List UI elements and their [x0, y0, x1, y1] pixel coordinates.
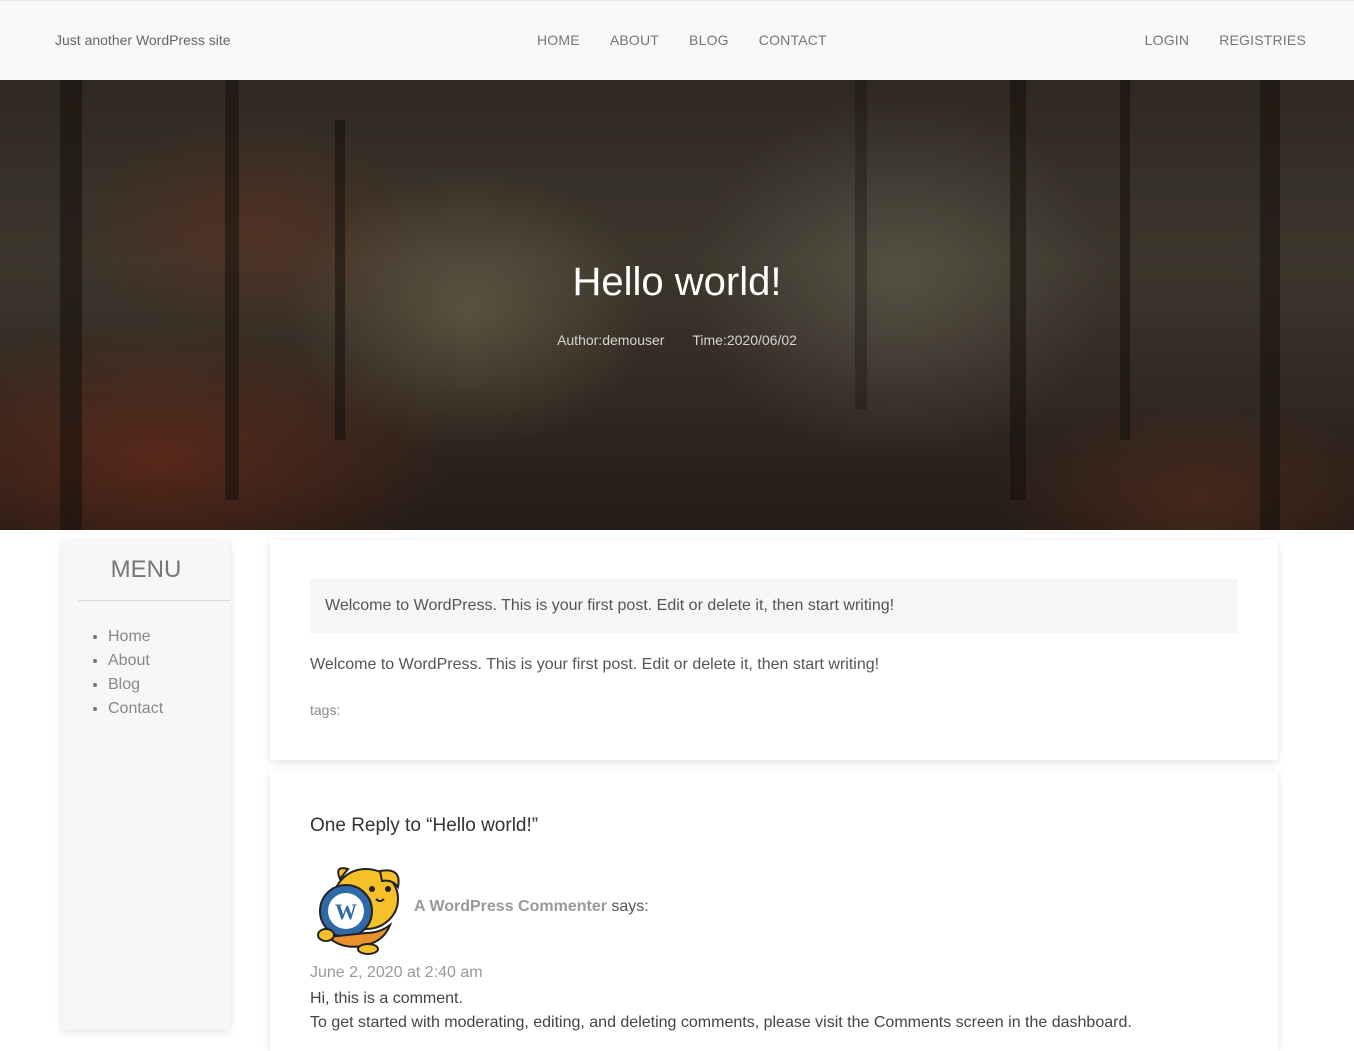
sidebar-divider — [78, 600, 230, 601]
sidebar-menu: MENU Home About Blog Contact — [62, 540, 230, 1030]
nav-contact-link[interactable]: CONTACT — [759, 32, 827, 48]
hero-overlay — [0, 80, 1354, 530]
sidebar-item-contact: Contact — [108, 697, 230, 721]
comment-text-line: Hi, this is a comment. — [310, 990, 463, 1007]
site-header: Just another WordPress site HOME ABOUT B… — [0, 0, 1354, 80]
auth-nav: LOGIN REGISTRIES — [1115, 32, 1306, 48]
sidebar-link-blog[interactable]: Blog — [108, 676, 140, 693]
comments-title: One Reply to “Hello world!” — [310, 815, 539, 836]
nav-about-link[interactable]: ABOUT — [610, 32, 659, 48]
comment-says: says: — [611, 898, 649, 915]
post-title: Hello world! — [572, 260, 782, 304]
sidebar-title: MENU — [110, 556, 182, 583]
site-tagline: Just another WordPress site — [55, 32, 231, 48]
sidebar-list: Home About Blog Contact — [62, 625, 230, 721]
sidebar-item-about: About — [108, 649, 230, 673]
hero-banner: Hello world! Author:demouser Time:2020/0… — [0, 80, 1354, 530]
sidebar-link-contact[interactable]: Contact — [108, 700, 163, 717]
post-time: Time:2020/06/02 — [692, 332, 797, 348]
comment-text-line: To get started with moderating, editing,… — [310, 1014, 1132, 1031]
comment-date-link[interactable]: June 2, 2020 at 2:40 am — [310, 964, 483, 982]
comment-author-link[interactable]: A WordPress Commenter — [414, 898, 607, 915]
wapuu-avatar-icon: W — [317, 867, 400, 955]
sidebar-item-home: Home — [108, 625, 230, 649]
post-author: Author:demouser — [557, 332, 665, 348]
post-excerpt: Welcome to WordPress. This is your first… — [310, 579, 1238, 633]
comment-author-line: A WordPress Commenter says: — [414, 898, 649, 916]
comments-card: One Reply to “Hello world!” W A WordPres… — [270, 771, 1278, 1051]
post-body: Welcome to WordPress. This is your first… — [310, 656, 880, 673]
sidebar-item-blog: Blog — [108, 673, 230, 697]
login-link[interactable]: LOGIN — [1145, 32, 1190, 48]
nav-blog-link[interactable]: BLOG — [689, 32, 729, 48]
main-nav: HOME ABOUT BLOG CONTACT — [537, 32, 827, 48]
post-tags: tags: — [310, 702, 341, 718]
sidebar-link-home[interactable]: Home — [108, 628, 151, 645]
svg-text:W: W — [335, 899, 357, 924]
nav-home-link[interactable]: HOME — [537, 32, 580, 48]
sidebar-link-about[interactable]: About — [108, 652, 150, 669]
register-link[interactable]: REGISTRIES — [1219, 32, 1306, 48]
post-card: Welcome to WordPress. This is your first… — [270, 540, 1278, 760]
post-meta: Author:demouser Time:2020/06/02 — [0, 332, 1354, 348]
